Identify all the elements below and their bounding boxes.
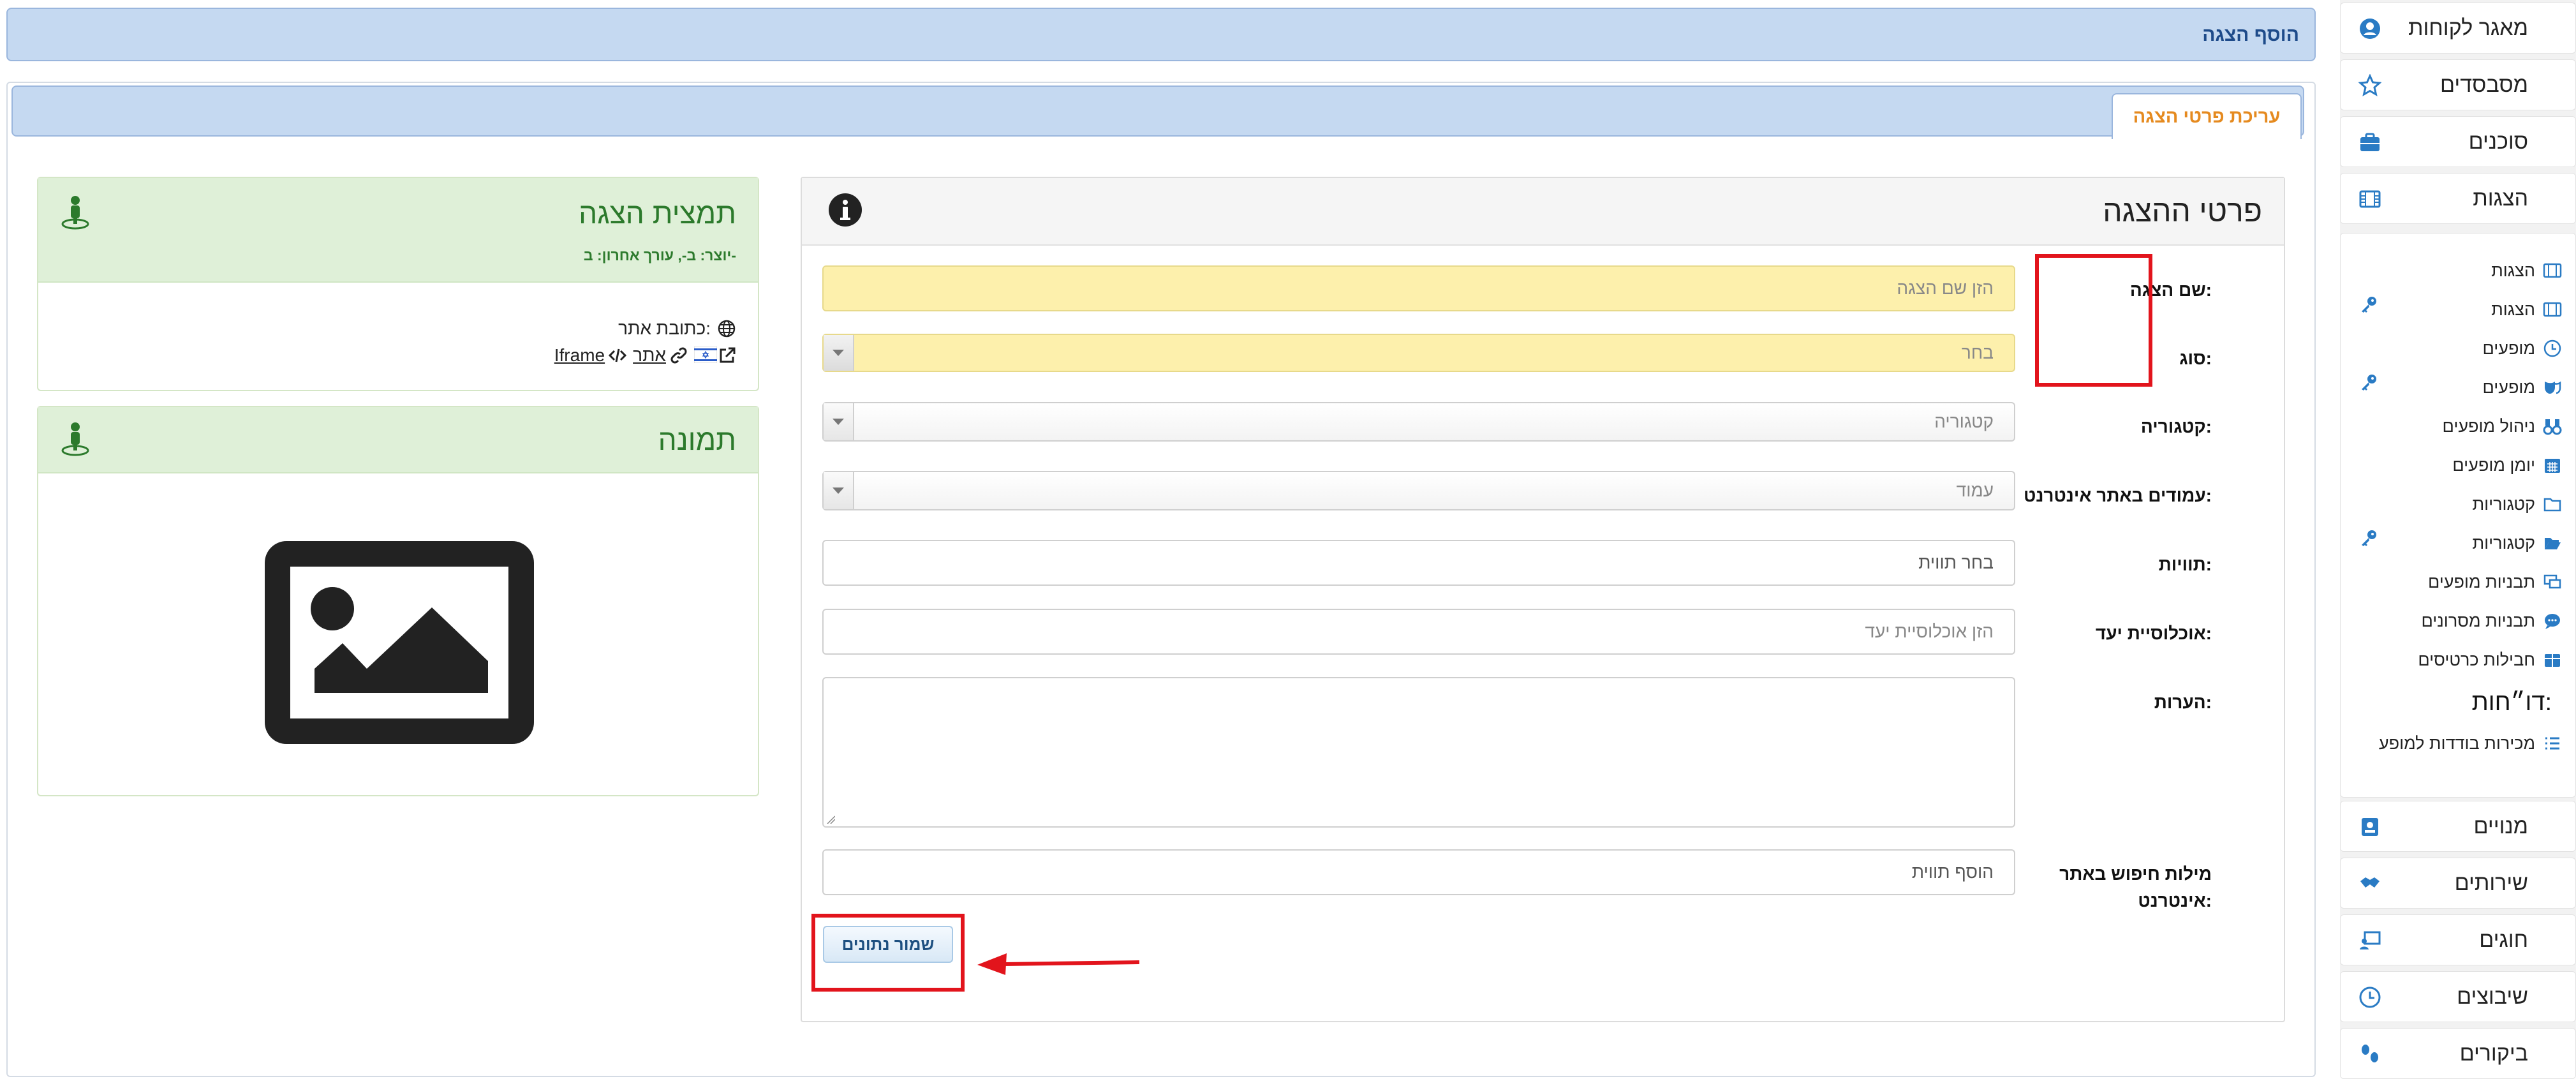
- show-name-input[interactable]: הזן שם הצגה: [822, 265, 2015, 311]
- film-icon: [2358, 188, 2381, 211]
- image-card-header: תמונה: [38, 407, 758, 473]
- submenu-item-shows-2[interactable]: הצגות: [2491, 297, 2562, 322]
- website-links: Iframe אתר: [554, 345, 736, 366]
- submenu-item-categories[interactable]: קטגוריות: [2472, 491, 2562, 517]
- user-pin-icon: [61, 195, 89, 230]
- footprints-icon: [2358, 1043, 2381, 1066]
- target-audience-label: אוכלוסיית יעד:: [2095, 623, 2212, 643]
- binoculars-icon: [2543, 417, 2562, 436]
- submenu-item-performance-templates[interactable]: תבניות מופעים: [2428, 569, 2562, 595]
- film-icon: [2543, 261, 2562, 280]
- submenu-item-sms-templates[interactable]: תבניות מסרונים: [2422, 608, 2562, 634]
- website-pages-label: עמודים באתר אינטרנט:: [2024, 486, 2212, 505]
- submenu-item-categories-2[interactable]: קטגוריות: [2472, 530, 2562, 556]
- submenu-item-performances-2[interactable]: מופעים: [2482, 375, 2562, 400]
- notes-textarea[interactable]: [822, 677, 2015, 828]
- chevron-down-icon[interactable]: [824, 335, 854, 371]
- submenu-item-ticket-packages[interactable]: חבילות כרטיסים: [2418, 647, 2562, 673]
- chevron-down-icon[interactable]: [824, 472, 854, 509]
- clock-icon: [2358, 986, 2381, 1009]
- form-title: פרטי ההצגה: [2103, 195, 2262, 228]
- sidebar-item-agents[interactable]: סוכנים: [2340, 116, 2576, 167]
- submenu-item-performances[interactable]: מופעים: [2482, 336, 2562, 361]
- handshake-icon: [2358, 872, 2381, 895]
- tab-bar: [11, 86, 2304, 137]
- category-label: קטגוריה:: [2140, 417, 2212, 436]
- link-icon: [670, 346, 688, 364]
- sidebar-item-customers[interactable]: מאגר לקוחות: [2340, 3, 2576, 54]
- sidebar: מאגר לקוחות מסבסדים סוכנים הצגות הצגות ה…: [2340, 0, 2576, 1079]
- submenu-item-performance-calendar[interactable]: יומן מופעים: [2452, 452, 2562, 478]
- user-pin-icon: [61, 421, 89, 457]
- code-icon: [609, 346, 627, 364]
- sidebar-item-classes[interactable]: חוגים: [2340, 914, 2576, 965]
- keywords-input[interactable]: הוסף תווית: [822, 849, 2015, 895]
- image-card-title: תמונה: [658, 423, 736, 456]
- clock-icon: [2543, 339, 2562, 358]
- type-select[interactable]: בחר: [822, 334, 2015, 372]
- keywords-label: מילות חיפוש באתר אינטרנט:: [2059, 864, 2212, 911]
- briefcase-icon: [2358, 131, 2381, 154]
- summary-card-title: תמצית הצגה: [579, 197, 736, 230]
- iframe-link[interactable]: Iframe: [554, 345, 627, 366]
- tags-label: תוויות:: [2158, 554, 2212, 574]
- box-icon: [2543, 650, 2562, 669]
- film-icon: [2543, 300, 2562, 319]
- info-icon[interactable]: [827, 192, 863, 228]
- sidebar-item-shows[interactable]: הצגות: [2340, 173, 2576, 224]
- israel-flag-icon[interactable]: [694, 346, 717, 364]
- reports-heading: דו״חות:: [2471, 689, 2552, 716]
- summary-card-header: תמצית הצגה יוצר: ב-, עורך אחרון: ב-: [38, 178, 758, 283]
- star-icon: [2358, 74, 2381, 97]
- submenu-item-shows[interactable]: הצגות: [2491, 258, 2562, 283]
- notes-label: הערות:: [2154, 692, 2212, 712]
- page-title: הוסף הצגה: [2202, 24, 2299, 45]
- list-icon: [2543, 734, 2562, 753]
- category-select[interactable]: קטגוריה: [822, 402, 2015, 442]
- teacher-icon: [2358, 929, 2381, 952]
- external-link-icon[interactable]: [718, 346, 736, 364]
- masks-icon: [2543, 378, 2562, 397]
- target-audience-input[interactable]: הזן אוכלוסיית יעד: [822, 609, 2015, 655]
- annotation-box-save-button: [811, 914, 965, 992]
- tags-input[interactable]: בחר תווית: [822, 540, 2015, 586]
- sidebar-item-placements[interactable]: שיבוצים: [2340, 971, 2576, 1022]
- user-circle-icon: [2358, 17, 2381, 40]
- submenu-item-manage-performances[interactable]: ניהול מופעים: [2443, 413, 2562, 439]
- website-address-label: כתובת אתר:: [618, 318, 736, 339]
- annotation-box-required-fields: [2035, 254, 2152, 387]
- sidebar-item-subscriptions[interactable]: מנויים: [2340, 801, 2576, 852]
- creator-editor-meta: יוצר: ב-, עורך אחרון: ב-: [583, 247, 736, 264]
- tab-edit-show-details[interactable]: עריכת פרטי הצגה: [2112, 93, 2302, 139]
- sidebar-item-services[interactable]: שירותים: [2340, 858, 2576, 909]
- calendar-icon: [2543, 456, 2562, 475]
- key-icon: [2359, 528, 2378, 547]
- sidebar-item-subsidizers[interactable]: מסבסדים: [2340, 59, 2576, 110]
- key-icon: [2359, 373, 2378, 392]
- show-summary-card: תמצית הצגה יוצר: ב-, עורך אחרון: ב- כתוב…: [37, 177, 759, 391]
- folder-open-icon: [2543, 533, 2562, 553]
- page-header-bar: הוסף הצגה: [6, 8, 2316, 61]
- screens-icon: [2543, 572, 2562, 592]
- chat-icon: [2543, 611, 2562, 630]
- image-placeholder-icon[interactable]: [265, 541, 534, 744]
- chevron-down-icon[interactable]: [824, 403, 854, 440]
- folder-icon: [2543, 495, 2562, 514]
- website-pages-select[interactable]: עמוד: [822, 471, 2015, 510]
- submenu-item-single-sales-report[interactable]: מכירות בודדות למופע: [2379, 731, 2562, 756]
- sidebar-item-visits[interactable]: ביקורים: [2340, 1028, 2576, 1079]
- resize-handle-icon[interactable]: [826, 815, 835, 824]
- type-label: סוג:: [2179, 348, 2212, 368]
- key-icon: [2359, 295, 2378, 314]
- image-card: תמונה: [37, 406, 759, 796]
- id-badge-icon: [2358, 815, 2381, 838]
- site-link[interactable]: אתר: [633, 345, 688, 366]
- form-header: פרטי ההצגה: [802, 178, 2284, 246]
- globe-icon: [717, 319, 736, 338]
- annotation-arrow-icon: [977, 953, 1139, 975]
